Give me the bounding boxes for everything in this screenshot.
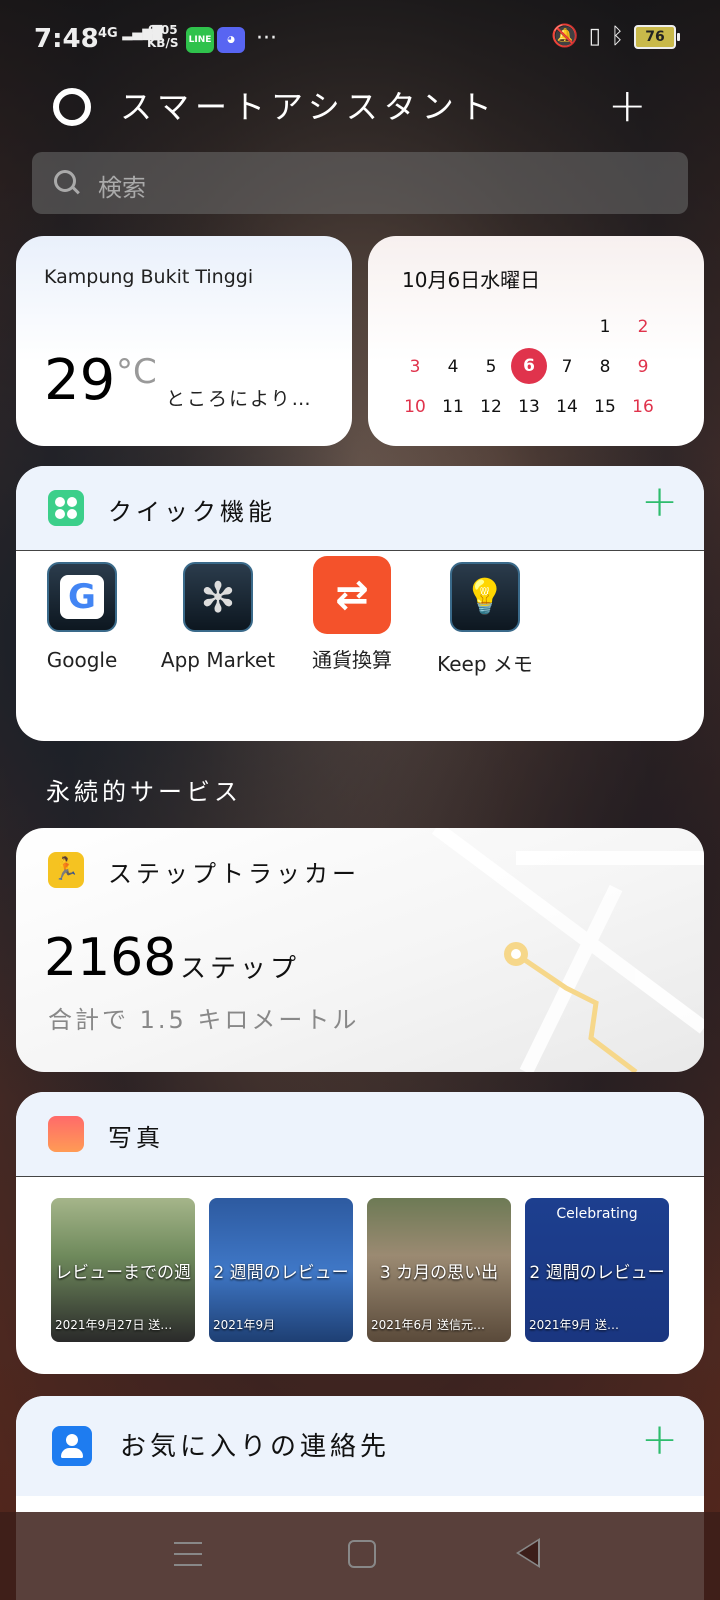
photos-card: 写真 レビューまでの週 2021年9月27日 送… 2 週間のレビュー 2021… — [16, 1092, 704, 1374]
calendar-day: 1 — [599, 317, 611, 337]
discord-icon: ◕ — [217, 27, 245, 53]
map-decoration — [431, 828, 704, 1072]
quick-functions-icon — [48, 490, 84, 526]
calendar-day — [510, 308, 548, 346]
calendar-date: 10月6日水曜日 — [402, 268, 541, 292]
calendar-day-today: 6 — [511, 348, 547, 384]
currency-convert-icon: ⇄ — [313, 556, 391, 634]
calendar-day: 7 — [561, 357, 573, 377]
calendar-day — [472, 308, 510, 346]
step-count: 2168 — [44, 928, 177, 988]
card-title: ステップトラッカー — [108, 860, 360, 888]
status-bar: 7:48 4G ▂▄▆█ 0.05 KB/S LINE ◕ ··· 🔕 ▯ ᛒ 7… — [0, 0, 720, 82]
photo-banner-text: Celebrating — [556, 1206, 638, 1222]
add-widget-button[interactable]: + — [608, 78, 647, 132]
contact-icon — [52, 1426, 92, 1466]
more-notifications-icon: ··· — [256, 26, 277, 51]
weather-temperature: 29 — [44, 348, 116, 413]
clock: 7:48 — [34, 24, 99, 54]
app-keep-notes[interactable]: 💡 Keep メモ — [420, 562, 550, 677]
calendar-day-weekend: 3 — [409, 357, 421, 377]
app-google[interactable]: G Google — [17, 562, 147, 672]
navigation-bar — [0, 1512, 720, 1600]
calendar-day: 8 — [599, 357, 611, 377]
recent-apps-button[interactable] — [174, 1542, 202, 1575]
photo-date: 2021年9月 — [213, 1318, 276, 1332]
search-placeholder: 検索 — [98, 174, 146, 202]
photo-caption: 3 カ月の思い出 — [379, 1263, 499, 1283]
weather-location: Kampung Bukit Tinggi — [44, 266, 254, 288]
temperature-unit: °C — [116, 352, 157, 392]
calendar-day: 14 — [556, 397, 578, 417]
card-header: クイック機能 + — [16, 466, 704, 551]
calendar-day — [434, 308, 472, 346]
quick-functions-card: クイック機能 + G Google ✻ App Market ⇄ 通貨換算 💡 … — [16, 466, 704, 741]
photo-memory[interactable]: レビューまでの週 2021年9月27日 送… — [51, 1198, 195, 1342]
app-app-market[interactable]: ✻ App Market — [153, 562, 283, 672]
battery-icon: 76 — [634, 24, 680, 49]
calendar-day-weekend: 10 — [404, 397, 426, 417]
calendar-day: 4 — [447, 357, 459, 377]
calendar-day: 15 — [594, 397, 616, 417]
section-heading: 永続的サービス — [46, 778, 242, 806]
photo-caption: レビューまでの週 — [55, 1263, 191, 1283]
add-contact-button[interactable]: + — [641, 1414, 678, 1465]
add-quick-function-button[interactable]: + — [641, 476, 678, 527]
bluetooth-icon: ᛒ — [610, 24, 624, 49]
photo-memory[interactable]: Celebrating 2 週間のレビュー 2021年9月 送… — [525, 1198, 669, 1342]
line-icon: LINE — [186, 27, 214, 53]
calendar-day — [396, 308, 434, 346]
card-title: 写真 — [108, 1124, 164, 1152]
vibrate-off-icon: 🔕 — [551, 24, 579, 49]
search-icon — [54, 170, 76, 192]
calendar-day: 5 — [485, 357, 497, 377]
card-title: クイック機能 — [108, 498, 276, 526]
photo-memory[interactable]: 3 カ月の思い出 2021年6月 送信元… — [367, 1198, 511, 1342]
app-market-icon: ✻ — [183, 562, 253, 632]
calendar-day: 12 — [480, 397, 502, 417]
calendar-day: 13 — [518, 397, 540, 417]
home-button[interactable] — [348, 1540, 376, 1568]
step-tracker-card[interactable]: 🏃 ステップトラッカー 2168 ステップ 合計で 1.5 キロメートル — [16, 828, 704, 1072]
weather-card[interactable]: Kampung Bukit Tinggi 29 °C ところにより… — [16, 236, 352, 446]
app-label: App Market — [160, 648, 276, 672]
weather-description: ところにより… — [166, 388, 313, 410]
network-speed: 0.05 KB/S — [147, 23, 179, 50]
calendar-grid: 1 2 3 4 5 6 7 8 9 10 11 12 13 14 15 16 — [396, 308, 696, 426]
photos-icon — [48, 1116, 84, 1152]
card-title: お気に入りの連絡先 — [120, 1432, 391, 1462]
app-currency-convert[interactable]: ⇄ 通貨換算 — [287, 556, 417, 673]
calendar-day-weekend: 2 — [637, 317, 649, 337]
calendar-day — [548, 308, 586, 346]
card-header: 写真 — [16, 1092, 704, 1177]
photo-memory[interactable]: 2 週間のレビュー 2021年9月 — [209, 1198, 353, 1342]
app-label: 通貨換算 — [312, 648, 392, 672]
photo-caption: 2 週間のレビュー — [529, 1263, 665, 1283]
step-distance: 合計で 1.5 キロメートル — [48, 1006, 360, 1034]
card-header: お気に入りの連絡先 + — [16, 1396, 704, 1496]
keep-notes-icon: 💡 — [450, 562, 520, 632]
photo-caption: 2 週間のレビュー — [213, 1263, 349, 1283]
vibrate-icon: ▯ — [588, 24, 601, 49]
app-label: Google — [46, 648, 118, 672]
back-button[interactable] — [516, 1538, 540, 1568]
photo-date: 2021年9月 送… — [529, 1318, 619, 1332]
calendar-day-weekend: 16 — [632, 397, 654, 417]
calendar-day: 11 — [442, 397, 464, 417]
search-bar[interactable]: 検索 — [32, 152, 688, 214]
google-icon: G — [47, 562, 117, 632]
calendar-card[interactable]: 10月6日水曜日 1 2 3 4 5 6 7 8 9 10 11 12 13 1… — [368, 236, 704, 446]
app-label: Keep メモ — [437, 652, 533, 676]
step-unit: ステップ — [180, 954, 301, 984]
assistant-logo-icon — [53, 88, 91, 126]
calendar-day-weekend: 9 — [637, 357, 649, 377]
photo-date: 2021年9月27日 送… — [55, 1318, 173, 1332]
photo-date: 2021年6月 送信元… — [371, 1318, 485, 1332]
page-title: スマートアシスタント — [120, 88, 498, 126]
walking-icon: 🏃 — [48, 852, 84, 888]
